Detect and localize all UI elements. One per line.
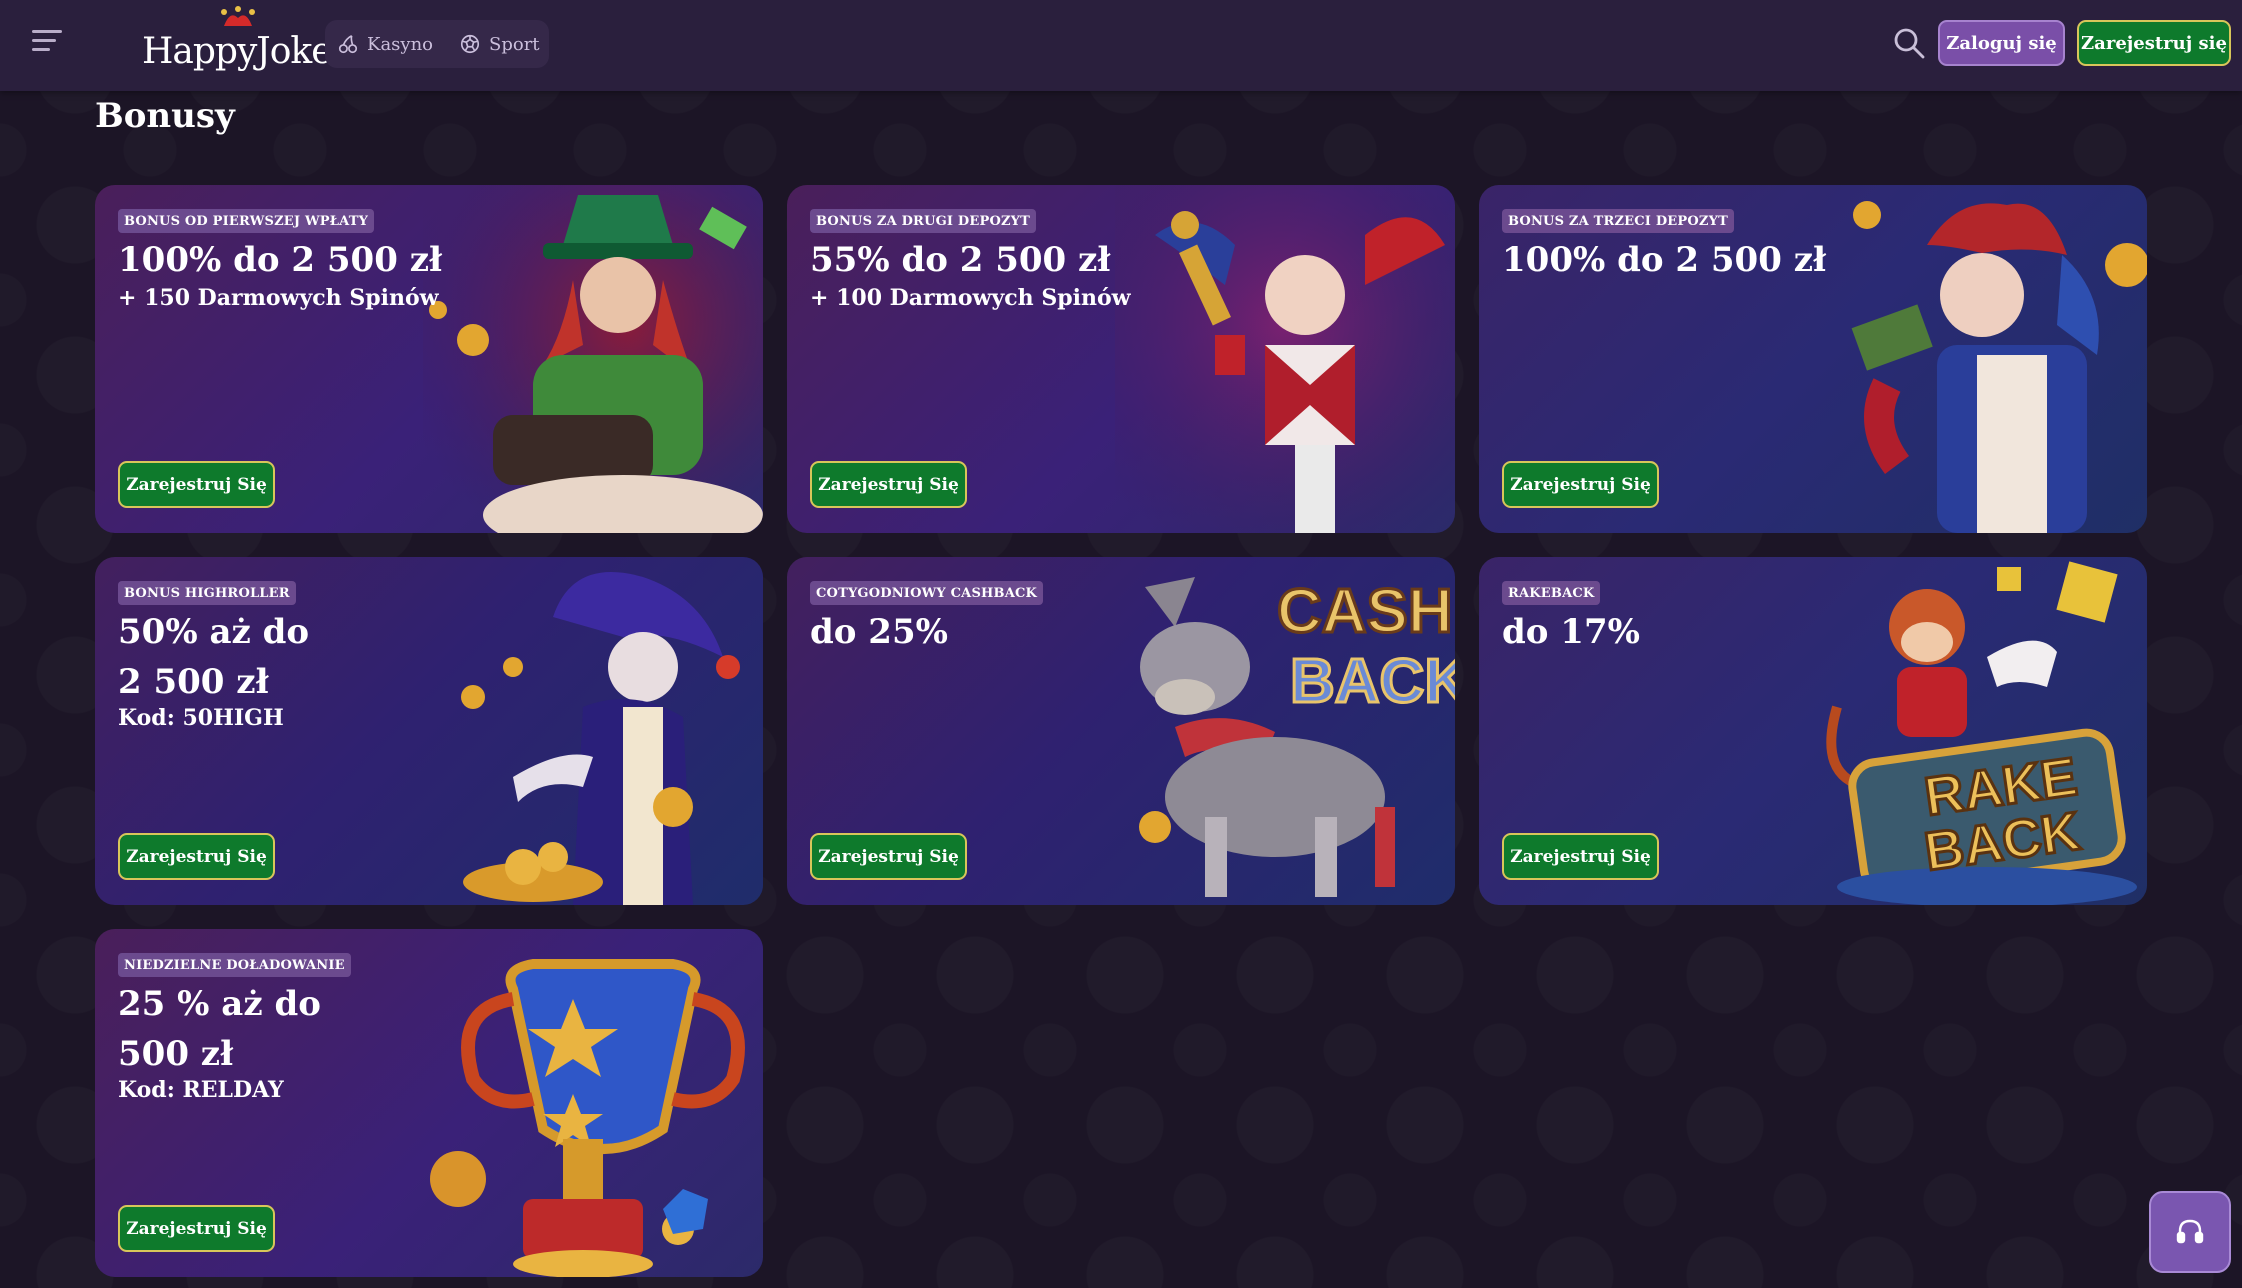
register-button[interactable]: Zarejestruj się [2077,20,2231,66]
bonus-card: CASH BACK COTYGODNIOWY CASHBACK do 25% Z… [787,557,1455,905]
register-button[interactable]: Zarejestruj Się [118,833,275,880]
bonus-card: BONUS OD PIERWSZEJ WPŁATY 100% do 2 500 … [95,185,763,533]
nav-label: Sport [489,33,540,55]
bonus-badge: BONUS ZA DRUGI DEPOZYT [810,209,1037,233]
football-icon [460,34,480,54]
bonus-headline: 50% aż do [118,612,310,652]
cashback-art-text-1: CASH [1277,577,1453,646]
bonus-badge: BONUS HIGHROLLER [118,581,296,605]
register-button[interactable]: Zarejestruj Się [118,1205,275,1252]
bonus-badge: BONUS ZA TRZECI DEPOZYT [1502,209,1734,233]
bonus-headline: 25 % aż do [118,984,321,1024]
bonus-card: NIEDZIELNE DOŁADOWANIE 25 % aż do 500 zł… [95,929,763,1277]
bonus-card: BONUS ZA DRUGI DEPOZYT 55% do 2 500 zł +… [787,185,1455,533]
bonus-badge: COTYGODNIOWY CASHBACK [810,581,1044,605]
cashback-art-text-2: BACK [1290,647,1455,716]
bonus-headline-line2: 500 zł [118,1034,234,1074]
bonus-badge: BONUS OD PIERWSZEJ WPŁATY [118,209,375,233]
bonus-badge: RAKEBACK [1502,581,1601,605]
register-button[interactable]: Zarejestruj Się [118,461,275,508]
main-nav: Kasyno Sport [325,20,549,68]
bonus-headline-line2: 2 500 zł [118,662,269,702]
bonus-subtext: + 150 Darmowych Spinów [118,285,439,311]
nav-label: Kasyno [367,33,434,55]
bonus-card: BONUS HIGHROLLER 50% aż do 2 500 zł Kod:… [95,557,763,905]
top-header: HappyJokers Kasyno Sport Zaloguj się Zar… [0,0,2242,91]
bonus-headline: 100% do 2 500 zł [118,240,443,280]
menu-icon[interactable] [32,30,62,54]
bonus-headline: 55% do 2 500 zł [810,240,1111,280]
headset-icon [2176,1219,2204,1244]
bonus-subtext: + 100 Darmowych Spinów [810,285,1131,311]
bonus-card: RAKE BACK RAKEBACK do 17% Zarejestruj Si… [1479,557,2147,905]
bonus-code: Kod: RELDAY [118,1077,284,1103]
search-icon[interactable] [1892,26,1926,60]
bonus-headline: 100% do 2 500 zł [1502,240,1827,280]
page-title: Bonusy [95,96,235,136]
register-button[interactable]: Zarejestruj Się [810,833,967,880]
jester-hat-icon [221,6,255,26]
cherries-icon [338,35,358,54]
register-button[interactable]: Zarejestruj Się [1502,461,1659,508]
bonus-badge: NIEDZIELNE DOŁADOWANIE [118,953,351,977]
login-button[interactable]: Zaloguj się [1938,20,2065,66]
bonus-code: Kod: 50HIGH [118,705,284,731]
support-chat-button[interactable] [2149,1191,2231,1273]
register-button[interactable]: Zarejestruj Się [1502,833,1659,880]
bonus-headline: do 17% [1502,612,1640,652]
bonus-card: BONUS ZA TRZECI DEPOZYT 100% do 2 500 zł… [1479,185,2147,533]
bonus-headline: do 25% [810,612,948,652]
nav-item-sport[interactable]: Sport [459,33,540,55]
register-button[interactable]: Zarejestruj Się [810,461,967,508]
nav-item-kasyno[interactable]: Kasyno [337,33,433,55]
